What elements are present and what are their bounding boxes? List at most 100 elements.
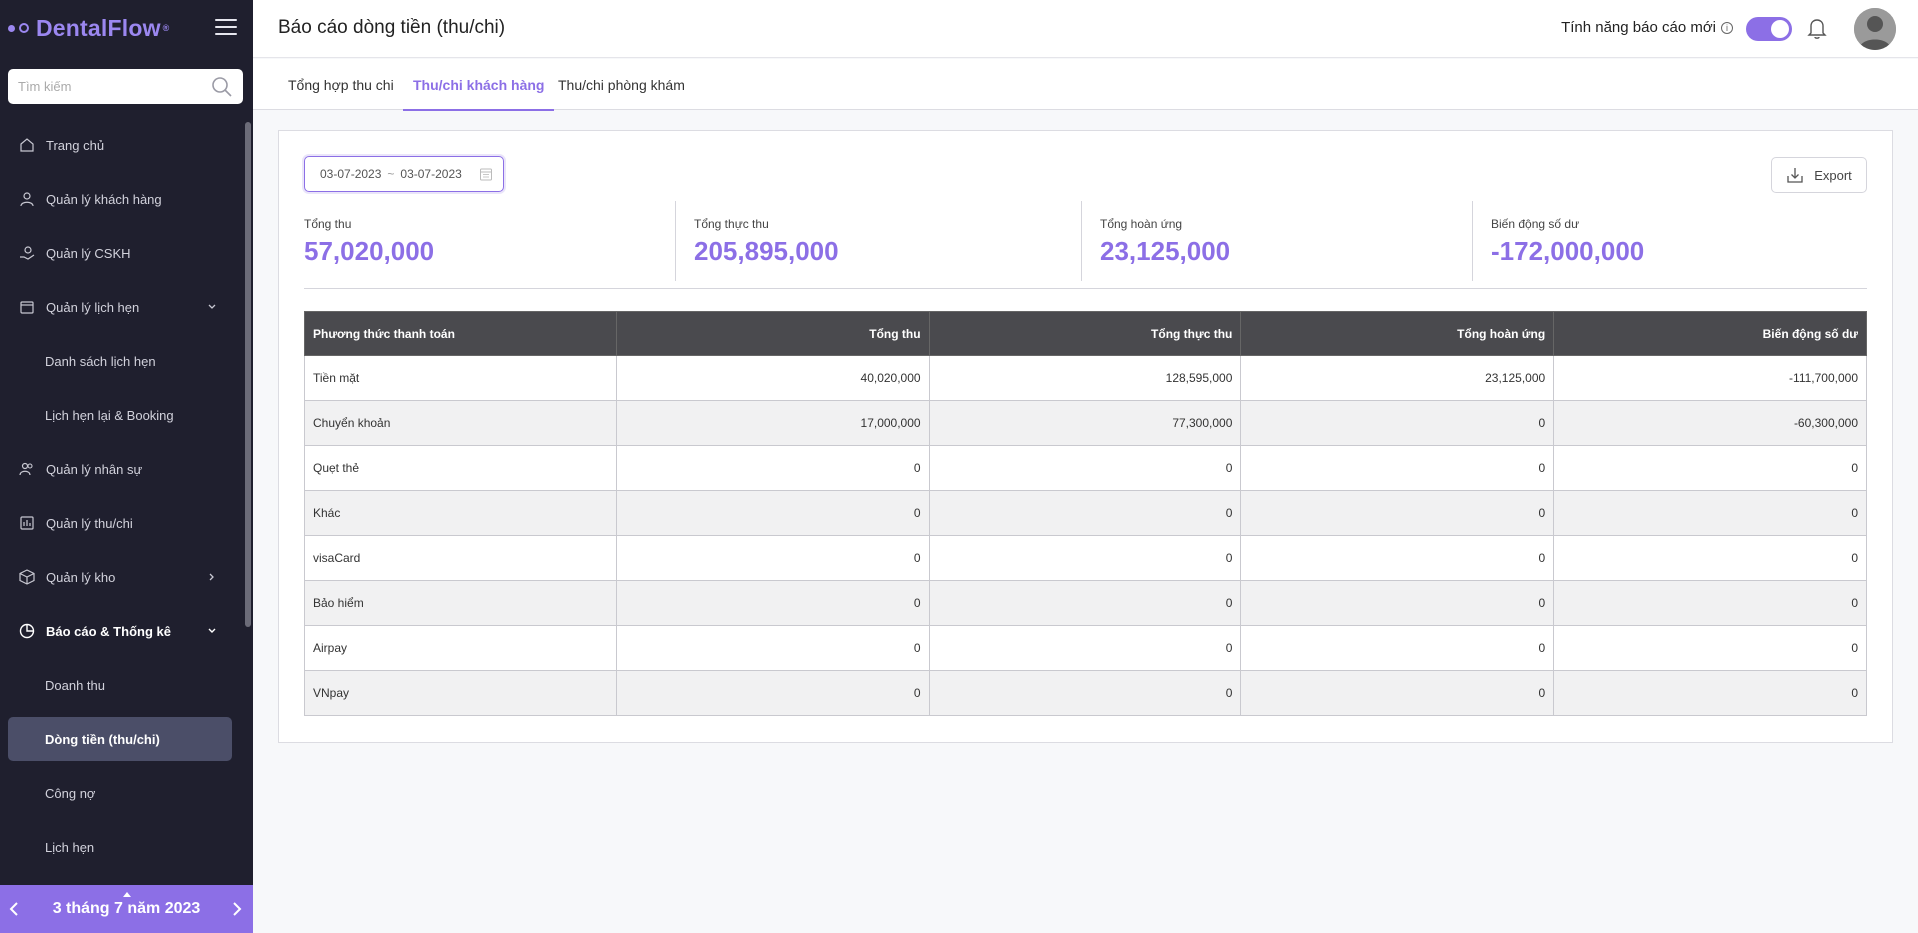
table-cell: -60,300,000 xyxy=(1553,400,1867,446)
table-row: Quẹt thẻ 0 0 0 0 xyxy=(304,445,1867,491)
sidebar-item-label: Báo cáo & Thống kê xyxy=(46,623,171,639)
sidebar-item-home[interactable]: Trang chủ xyxy=(0,118,245,172)
sidebar-item-label: Quản lý lịch hẹn xyxy=(46,299,140,315)
table-cell: 0 xyxy=(1553,490,1867,536)
table-cell: Quẹt thẻ xyxy=(304,445,617,491)
bell-icon[interactable] xyxy=(1806,16,1828,40)
sidebar-item-appointment-report[interactable]: Lịch hẹn xyxy=(0,820,245,874)
column-header: Tổng thu xyxy=(615,311,930,356)
avatar[interactable] xyxy=(1854,8,1896,50)
chevron-right-icon[interactable] xyxy=(229,901,245,917)
search-icon[interactable] xyxy=(211,76,233,98)
users-icon xyxy=(18,460,36,478)
search-input[interactable] xyxy=(18,79,211,94)
sidebar-item-staff[interactable]: Quản lý nhân sự xyxy=(0,442,245,496)
stat-divider xyxy=(675,201,676,281)
table-row: VNpay 0 0 0 0 xyxy=(304,670,1867,716)
table-cell: 0 xyxy=(928,625,1242,671)
sidebar-item-customer-care[interactable]: Quản lý CSKH xyxy=(0,226,245,280)
date-navigator: 3 tháng 7 năm 2023 xyxy=(0,885,253,933)
table-row: Bảo hiểm 0 0 0 0 xyxy=(304,580,1867,626)
sidebar-item-appointment-list[interactable]: Danh sách lịch hẹn xyxy=(0,334,245,388)
table-cell: 0 xyxy=(1553,445,1867,491)
chevron-down-icon xyxy=(208,628,216,633)
table-cell: 0 xyxy=(928,670,1242,716)
current-date-label[interactable]: 3 tháng 7 năm 2023 xyxy=(53,900,201,918)
sidebar-item-label: Trang chủ xyxy=(46,137,105,153)
table-cell: 0 xyxy=(1240,400,1555,446)
user-icon xyxy=(18,190,36,208)
table-cell: 0 xyxy=(1553,535,1867,581)
tab-customer-cashflow[interactable]: Thu/chi khách hàng xyxy=(403,59,555,111)
column-header: Phương thức thanh toán xyxy=(304,311,617,356)
sidebar-item-reports[interactable]: Báo cáo & Thống kê xyxy=(0,604,245,658)
new-report-feature: Tính năng báo cáo mới i xyxy=(1561,19,1733,36)
bar-chart-icon xyxy=(18,514,36,532)
table-cell: 0 xyxy=(1553,625,1867,671)
chevron-left-icon[interactable] xyxy=(6,901,22,917)
app-name: DentalFlow xyxy=(36,14,161,41)
sidebar-item-label: Lịch hẹn lại & Booking xyxy=(45,407,174,423)
stat-total-income: Tổng thu 57,020,000 xyxy=(304,201,434,281)
stat-label: Biến động số dư xyxy=(1491,217,1580,231)
table-cell: Bảo hiểm xyxy=(304,580,617,626)
sidebar-item-label: Quản lý khách hàng xyxy=(46,191,162,207)
date-from: 03-07-2023 xyxy=(320,167,382,181)
box-icon xyxy=(18,568,36,586)
stat-divider xyxy=(1081,201,1082,281)
app-logo[interactable]: DentalFlow ® xyxy=(8,15,170,42)
table-cell: 17,000,000 xyxy=(615,400,930,446)
date-range-picker[interactable]: 03-07-2023 ~ 03-07-2023 xyxy=(304,156,504,192)
sidebar-item-revenue[interactable]: Doanh thu xyxy=(0,658,245,712)
table-cell: 0 xyxy=(1553,580,1867,626)
tab-summary[interactable]: Tổng hợp thu chi xyxy=(278,59,404,110)
table-cell: Tiền mặt xyxy=(304,355,617,401)
sidebar-item-debt[interactable]: Công nợ xyxy=(0,766,245,820)
stat-actual-income: Tổng thực thu 205,895,000 xyxy=(694,201,839,281)
sidebar-item-label: Quản lý kho xyxy=(46,569,116,585)
info-icon[interactable]: i xyxy=(1721,21,1733,34)
sidebar-scrollbar[interactable] xyxy=(245,122,251,627)
sidebar-item-label: Quản lý thu/chi xyxy=(46,515,133,531)
top-header: Báo cáo dòng tiền (thu/chi) Tính năng bá… xyxy=(253,0,1918,58)
date-to: 03-07-2023 xyxy=(400,167,462,181)
sidebar-item-customers[interactable]: Quản lý khách hàng xyxy=(0,172,245,226)
table-cell: 0 xyxy=(928,580,1242,626)
new-report-toggle[interactable] xyxy=(1746,17,1792,41)
stat-label: Tổng thu xyxy=(304,217,352,231)
table-header-row: Phương thức thanh toán Tổng thu Tổng thự… xyxy=(304,311,1867,356)
table-cell: Chuyển khoản xyxy=(304,400,617,446)
calendar-icon xyxy=(18,298,36,316)
tab-clinic-cashflow[interactable]: Thu/chi phòng khám xyxy=(548,59,695,110)
toggle-knob xyxy=(1771,20,1789,38)
table-cell: 0 xyxy=(615,670,930,716)
sidebar-item-income-expense[interactable]: Quản lý thu/chi xyxy=(0,496,245,550)
page-title: Báo cáo dòng tiền (thu/chi) xyxy=(278,17,506,38)
sidebar-item-label: Quản lý nhân sự xyxy=(46,461,143,477)
export-button[interactable]: Export xyxy=(1771,157,1867,193)
table-cell: 23,125,000 xyxy=(1240,355,1555,401)
sidebar-item-appointments[interactable]: Quản lý lịch hẹn xyxy=(0,280,245,334)
chevron-down-icon xyxy=(208,304,216,309)
logo-mark-icon xyxy=(8,23,29,33)
sidebar-item-rebooking[interactable]: Lịch hẹn lại & Booking xyxy=(0,388,245,442)
sidebar-item-cashflow[interactable]: Dòng tiền (thu/chi) xyxy=(8,717,232,761)
stat-label: Tổng hoàn ứng xyxy=(1100,217,1183,231)
trademark-sign: ® xyxy=(162,23,170,33)
stat-value: 23,125,000 xyxy=(1100,236,1231,266)
sidebar-item-label: Dòng tiền (thu/chi) xyxy=(45,731,160,747)
summary-stats: Tổng thu 57,020,000 Tổng thực thu 205,89… xyxy=(304,201,1867,289)
table-cell: 0 xyxy=(1240,670,1555,716)
table-cell: 0 xyxy=(1240,625,1555,671)
menu-toggle-icon[interactable] xyxy=(215,19,237,37)
table-cell: 0 xyxy=(1240,580,1555,626)
sidebar-item-warehouse[interactable]: Quản lý kho xyxy=(0,550,245,604)
table-row: visaCard 0 0 0 0 xyxy=(304,535,1867,581)
date-separator: ~ xyxy=(387,167,395,181)
stat-total-refund: Tổng hoàn ứng 23,125,000 xyxy=(1100,201,1230,281)
table-cell: VNpay xyxy=(304,670,617,716)
chevron-right-icon xyxy=(209,573,214,581)
table-cell: 0 xyxy=(1553,670,1867,716)
expand-up-icon[interactable] xyxy=(122,892,131,897)
table-cell: 0 xyxy=(615,625,930,671)
